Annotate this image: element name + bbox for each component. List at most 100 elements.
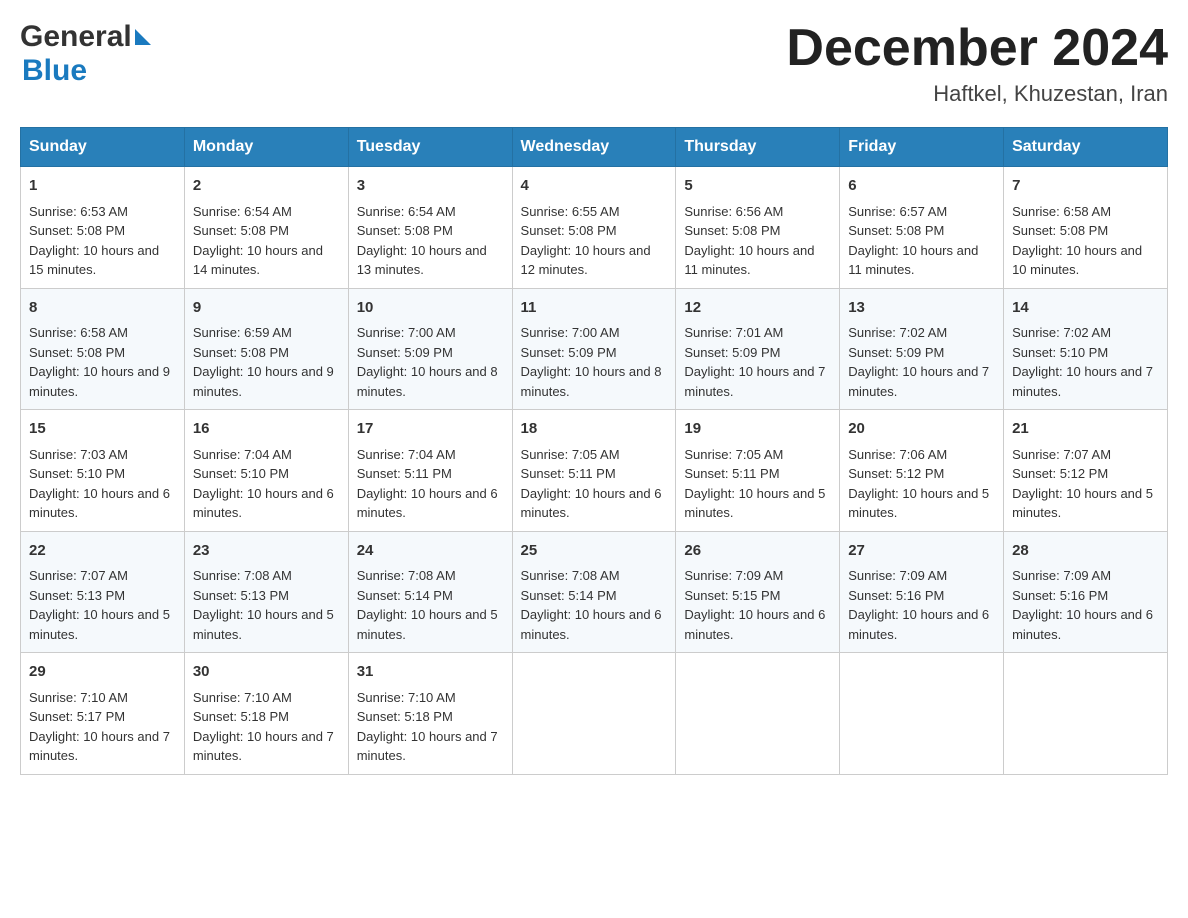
table-row: 5 Sunrise: 6:56 AMSunset: 5:08 PMDaylight… — [676, 167, 840, 289]
day-number: 11 — [521, 297, 668, 320]
day-info: Sunrise: 7:05 AMSunset: 5:11 PMDaylight:… — [684, 447, 825, 521]
day-number: 21 — [1012, 418, 1159, 441]
day-number: 13 — [848, 297, 995, 320]
day-info: Sunrise: 6:57 AMSunset: 5:08 PMDaylight:… — [848, 204, 978, 278]
day-info: Sunrise: 6:55 AMSunset: 5:08 PMDaylight:… — [521, 204, 651, 278]
day-number: 24 — [357, 540, 504, 563]
day-number: 31 — [357, 661, 504, 684]
day-number: 14 — [1012, 297, 1159, 320]
day-info: Sunrise: 7:10 AMSunset: 5:18 PMDaylight:… — [357, 690, 498, 764]
table-row: 22 Sunrise: 7:07 AMSunset: 5:13 PMDayligh… — [21, 531, 185, 653]
header-friday: Friday — [840, 128, 1004, 167]
day-info: Sunrise: 7:08 AMSunset: 5:14 PMDaylight:… — [521, 568, 662, 642]
day-info: Sunrise: 6:54 AMSunset: 5:08 PMDaylight:… — [357, 204, 487, 278]
day-number: 19 — [684, 418, 831, 441]
day-number: 8 — [29, 297, 176, 320]
table-row — [1004, 653, 1168, 775]
title-block: December 2024 Haftkel, Khuzestan, Iran — [786, 20, 1168, 107]
day-info: Sunrise: 7:07 AMSunset: 5:13 PMDaylight:… — [29, 568, 170, 642]
calendar-week-2: 8 Sunrise: 6:58 AMSunset: 5:08 PMDaylight… — [21, 288, 1168, 410]
table-row: 11 Sunrise: 7:00 AMSunset: 5:09 PMDayligh… — [512, 288, 676, 410]
calendar-header-row: Sunday Monday Tuesday Wednesday Thursday… — [21, 128, 1168, 167]
day-info: Sunrise: 7:01 AMSunset: 5:09 PMDaylight:… — [684, 325, 825, 399]
day-number: 2 — [193, 175, 340, 198]
day-number: 27 — [848, 540, 995, 563]
day-info: Sunrise: 6:59 AMSunset: 5:08 PMDaylight:… — [193, 325, 334, 399]
logo-general-text: General — [20, 20, 132, 54]
day-number: 4 — [521, 175, 668, 198]
header-tuesday: Tuesday — [348, 128, 512, 167]
header-saturday: Saturday — [1004, 128, 1168, 167]
day-info: Sunrise: 7:04 AMSunset: 5:10 PMDaylight:… — [193, 447, 334, 521]
day-info: Sunrise: 7:09 AMSunset: 5:15 PMDaylight:… — [684, 568, 825, 642]
table-row: 16 Sunrise: 7:04 AMSunset: 5:10 PMDayligh… — [184, 410, 348, 532]
day-number: 18 — [521, 418, 668, 441]
table-row: 23 Sunrise: 7:08 AMSunset: 5:13 PMDayligh… — [184, 531, 348, 653]
day-info: Sunrise: 7:02 AMSunset: 5:09 PMDaylight:… — [848, 325, 989, 399]
page-header: General Blue December 2024 Haftkel, Khuz… — [20, 20, 1168, 107]
table-row: 7Sunrise: 6:58 AMSunset: 5:08 PMDaylight… — [1004, 167, 1168, 289]
table-row — [512, 653, 676, 775]
table-row: 18 Sunrise: 7:05 AMSunset: 5:11 PMDayligh… — [512, 410, 676, 532]
table-row: 29 Sunrise: 7:10 AMSunset: 5:17 PMDayligh… — [21, 653, 185, 775]
table-row: 25Sunrise: 7:08 AMSunset: 5:14 PMDayligh… — [512, 531, 676, 653]
table-row: 1 Sunrise: 6:53 AMSunset: 5:08 PMDaylight… — [21, 167, 185, 289]
table-row: 30Sunrise: 7:10 AMSunset: 5:18 PMDayligh… — [184, 653, 348, 775]
day-info: Sunrise: 7:06 AMSunset: 5:12 PMDaylight:… — [848, 447, 989, 521]
table-row: 10Sunrise: 7:00 AMSunset: 5:09 PMDayligh… — [348, 288, 512, 410]
day-info: Sunrise: 7:00 AMSunset: 5:09 PMDaylight:… — [521, 325, 662, 399]
table-row: 17 Sunrise: 7:04 AMSunset: 5:11 PMDayligh… — [348, 410, 512, 532]
table-row: 26 Sunrise: 7:09 AMSunset: 5:15 PMDayligh… — [676, 531, 840, 653]
calendar-week-1: 1 Sunrise: 6:53 AMSunset: 5:08 PMDaylight… — [21, 167, 1168, 289]
day-info: Sunrise: 7:07 AMSunset: 5:12 PMDaylight:… — [1012, 447, 1153, 521]
day-number: 1 — [29, 175, 176, 198]
day-number: 3 — [357, 175, 504, 198]
table-row: 28 Sunrise: 7:09 AMSunset: 5:16 PMDayligh… — [1004, 531, 1168, 653]
day-number: 29 — [29, 661, 176, 684]
day-number: 23 — [193, 540, 340, 563]
header-monday: Monday — [184, 128, 348, 167]
table-row: 13 Sunrise: 7:02 AMSunset: 5:09 PMDayligh… — [840, 288, 1004, 410]
day-info: Sunrise: 7:04 AMSunset: 5:11 PMDaylight:… — [357, 447, 498, 521]
header-wednesday: Wednesday — [512, 128, 676, 167]
day-number: 9 — [193, 297, 340, 320]
day-info: Sunrise: 7:09 AMSunset: 5:16 PMDaylight:… — [1012, 568, 1153, 642]
day-number: 26 — [684, 540, 831, 563]
logo: General Blue — [20, 20, 151, 88]
table-row: 3 Sunrise: 6:54 AMSunset: 5:08 PMDaylight… — [348, 167, 512, 289]
table-row: 20 Sunrise: 7:06 AMSunset: 5:12 PMDayligh… — [840, 410, 1004, 532]
table-row: 27Sunrise: 7:09 AMSunset: 5:16 PMDayligh… — [840, 531, 1004, 653]
day-number: 6 — [848, 175, 995, 198]
table-row: 15Sunrise: 7:03 AMSunset: 5:10 PMDayligh… — [21, 410, 185, 532]
day-number: 16 — [193, 418, 340, 441]
calendar-table: Sunday Monday Tuesday Wednesday Thursday… — [20, 127, 1168, 775]
table-row: 2Sunrise: 6:54 AMSunset: 5:08 PMDaylight… — [184, 167, 348, 289]
table-row: 4 Sunrise: 6:55 AMSunset: 5:08 PMDaylight… — [512, 167, 676, 289]
calendar-title: December 2024 — [786, 20, 1168, 77]
day-info: Sunrise: 6:56 AMSunset: 5:08 PMDaylight:… — [684, 204, 814, 278]
day-info: Sunrise: 7:02 AMSunset: 5:10 PMDaylight:… — [1012, 325, 1153, 399]
table-row: 14 Sunrise: 7:02 AMSunset: 5:10 PMDayligh… — [1004, 288, 1168, 410]
calendar-week-4: 22 Sunrise: 7:07 AMSunset: 5:13 PMDayligh… — [21, 531, 1168, 653]
day-number: 12 — [684, 297, 831, 320]
table-row: 19 Sunrise: 7:05 AMSunset: 5:11 PMDayligh… — [676, 410, 840, 532]
day-info: Sunrise: 7:03 AMSunset: 5:10 PMDaylight:… — [29, 447, 170, 521]
day-info: Sunrise: 7:10 AMSunset: 5:18 PMDaylight:… — [193, 690, 334, 764]
day-info: Sunrise: 7:05 AMSunset: 5:11 PMDaylight:… — [521, 447, 662, 521]
day-info: Sunrise: 6:58 AMSunset: 5:08 PMDaylight:… — [29, 325, 170, 399]
day-number: 28 — [1012, 540, 1159, 563]
day-info: Sunrise: 7:08 AMSunset: 5:14 PMDaylight:… — [357, 568, 498, 642]
day-number: 17 — [357, 418, 504, 441]
day-info: Sunrise: 6:53 AMSunset: 5:08 PMDaylight:… — [29, 204, 159, 278]
day-info: Sunrise: 7:08 AMSunset: 5:13 PMDaylight:… — [193, 568, 334, 642]
day-number: 22 — [29, 540, 176, 563]
day-number: 5 — [684, 175, 831, 198]
logo-arrow-icon — [135, 29, 151, 45]
day-info: Sunrise: 7:00 AMSunset: 5:09 PMDaylight:… — [357, 325, 498, 399]
table-row: 12 Sunrise: 7:01 AMSunset: 5:09 PMDayligh… — [676, 288, 840, 410]
day-number: 20 — [848, 418, 995, 441]
table-row: 9 Sunrise: 6:59 AMSunset: 5:08 PMDaylight… — [184, 288, 348, 410]
table-row — [676, 653, 840, 775]
table-row: 24 Sunrise: 7:08 AMSunset: 5:14 PMDayligh… — [348, 531, 512, 653]
day-info: Sunrise: 7:10 AMSunset: 5:17 PMDaylight:… — [29, 690, 170, 764]
